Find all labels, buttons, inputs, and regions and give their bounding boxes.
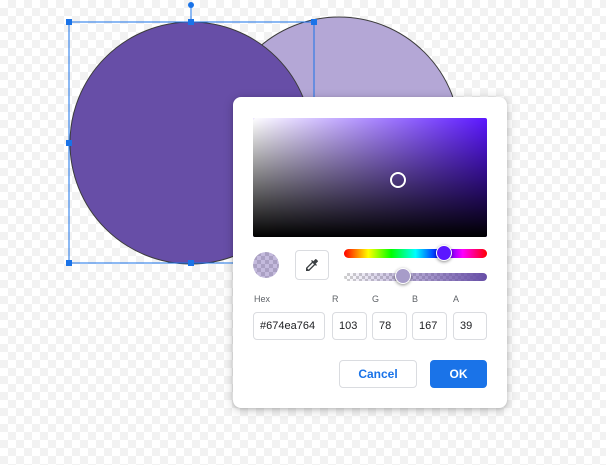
color-preview-swatch bbox=[253, 252, 279, 278]
cancel-button[interactable]: Cancel bbox=[339, 360, 417, 388]
opacity-slider[interactable] bbox=[344, 273, 487, 281]
resize-handle-nw[interactable] bbox=[66, 19, 72, 25]
red-input[interactable] bbox=[332, 312, 367, 340]
hue-slider[interactable] bbox=[344, 249, 487, 258]
resize-handle-n[interactable] bbox=[188, 19, 194, 25]
blue-input[interactable] bbox=[412, 312, 447, 340]
eyedropper-icon bbox=[306, 259, 318, 271]
blue-label: B bbox=[412, 294, 419, 304]
hue-slider-thumb[interactable] bbox=[436, 245, 452, 261]
color-preview-fill bbox=[253, 252, 279, 278]
green-label: G bbox=[372, 294, 380, 304]
ok-button[interactable]: OK bbox=[430, 360, 487, 388]
rotate-handle[interactable] bbox=[188, 2, 194, 8]
resize-handle-s[interactable] bbox=[188, 260, 194, 266]
alpha-input[interactable] bbox=[453, 312, 487, 340]
resize-handle-ne[interactable] bbox=[311, 19, 317, 25]
resize-handle-sw[interactable] bbox=[66, 260, 72, 266]
color-picker-dialog: Hex R G B A Cancel OK bbox=[233, 97, 507, 408]
opacity-slider-thumb[interactable] bbox=[395, 268, 411, 284]
alpha-label: A bbox=[453, 294, 460, 304]
hex-input[interactable] bbox=[253, 312, 325, 340]
green-input[interactable] bbox=[372, 312, 407, 340]
resize-handle-w[interactable] bbox=[66, 140, 72, 146]
eyedropper-button[interactable] bbox=[295, 250, 329, 280]
saturation-value-handle[interactable] bbox=[390, 172, 406, 188]
saturation-value-area[interactable] bbox=[253, 118, 487, 237]
opacity-slider-gradient bbox=[344, 273, 487, 281]
hex-label: Hex bbox=[254, 294, 271, 304]
red-label: R bbox=[332, 294, 339, 304]
